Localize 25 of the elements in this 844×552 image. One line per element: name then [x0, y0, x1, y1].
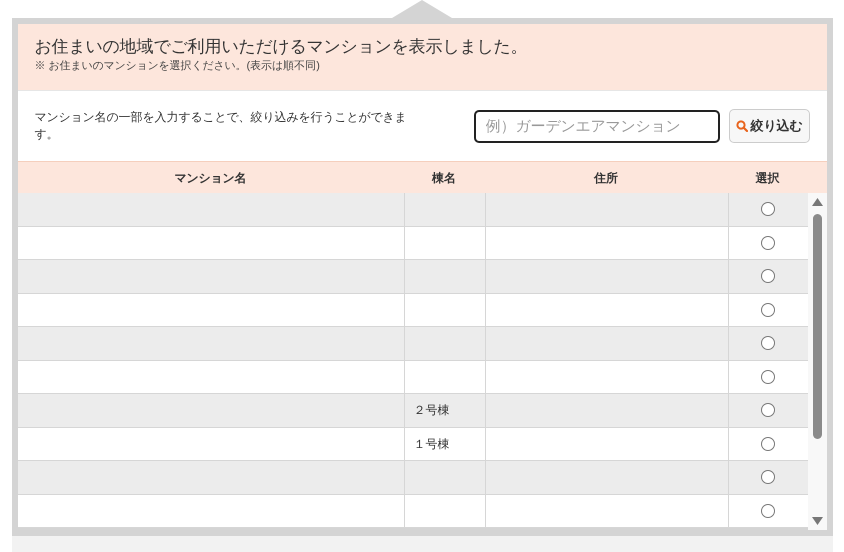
search-field[interactable]: 例）ガーデンエアマンション [474, 110, 720, 142]
radio-button[interactable] [761, 436, 775, 451]
radio-button[interactable] [761, 269, 775, 284]
column-header: 棟名 [432, 170, 456, 186]
column-header: マンション名 [174, 170, 246, 186]
notice-note: ※ お住まいのマンションを選択ください。(表示は順不同) [34, 59, 321, 74]
search-icon [736, 120, 748, 132]
column-header: 選択 [756, 170, 780, 186]
scroll-up-icon[interactable] [812, 198, 822, 206]
scroll-down-icon[interactable] [812, 517, 822, 525]
notice-title: お住まいの地域でご利用いただけるマンションを表示しました。 [34, 36, 528, 58]
building-cell-text: １号棟 [414, 436, 450, 453]
radio-button[interactable] [761, 302, 775, 317]
radio-button[interactable] [761, 370, 775, 384]
radio-button[interactable] [761, 403, 775, 418]
column-header: 住所 [594, 170, 618, 186]
radio-button[interactable] [761, 236, 775, 250]
radio-button[interactable] [761, 504, 775, 518]
filter-description: マンション名の一部を入力することで、絞り込みを行うことができます。 [34, 109, 408, 143]
radio-button[interactable] [761, 470, 775, 484]
scrollbar[interactable] [808, 193, 826, 530]
radio-button[interactable] [761, 336, 775, 350]
radio-button[interactable] [761, 202, 775, 216]
filter-button[interactable]: 絞り込む [728, 109, 810, 143]
building-cell-text: ２号棟 [414, 402, 450, 420]
